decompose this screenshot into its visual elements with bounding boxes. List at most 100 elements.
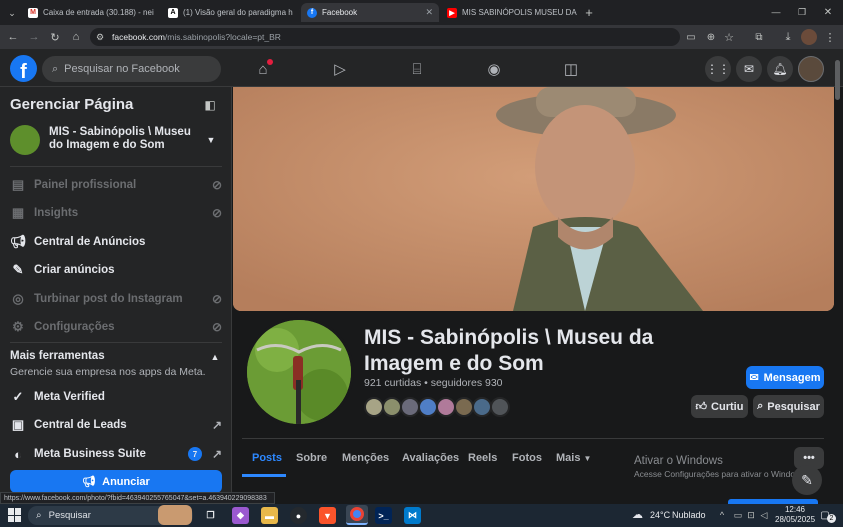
network-icon[interactable]: ⊡ [745,509,757,521]
tab-title: MIS SABINÓPOLIS MUSEU DA [462,8,577,17]
follower-avatar[interactable] [400,397,420,417]
task-view-icon[interactable]: ❐ [202,507,219,524]
file-explorer-icon[interactable]: ▬ [261,507,278,524]
follower-avatar[interactable] [454,397,474,417]
collapse-sidebar-icon[interactable]: ◧ [202,97,218,113]
close-icon[interactable]: ✕ [293,7,300,18]
instagram-icon: ◎ [12,291,24,306]
sidebar-item-criar-anuncios[interactable]: ✎ Criar anúncios [10,259,222,281]
search-icon: ⌕ [36,510,42,521]
megaphone-icon: 📢︎ [82,476,97,488]
tray-chevron-up-icon[interactable]: ^ [716,509,728,521]
brave-icon[interactable]: ▼ [319,507,336,524]
minimize-icon[interactable]: — [768,5,784,19]
business-icon: ◐ [14,446,22,462]
follower-avatar[interactable] [364,397,384,417]
page-profile-picture[interactable] [244,317,354,427]
video-nav-icon[interactable]: ▷ [327,57,353,81]
powershell-icon[interactable]: >_ [375,507,392,524]
follower-avatar[interactable] [472,397,492,417]
weather-desc[interactable]: Nublado [672,510,706,520]
tab-posts[interactable]: Posts [252,452,282,464]
facebook-search-input[interactable]: ⌕ Pesquisar no Facebook [42,56,221,82]
gaming-nav-icon[interactable]: ◫ [558,57,584,81]
home-icon[interactable]: ⌂ [69,30,83,44]
follower-avatar[interactable] [490,397,510,417]
tool-meta-business-suite[interactable]: ◐ Meta Business Suite 7 ↗ [10,443,222,465]
tab-reels[interactable]: Reels [468,452,497,464]
chrome-taskbar-item[interactable] [346,505,368,525]
follower-avatar[interactable] [436,397,456,417]
close-icon[interactable]: ✕ [419,7,433,18]
close-icon[interactable]: ✕ [577,7,579,18]
restore-icon[interactable]: ❐ [794,5,810,19]
forward-icon[interactable]: → [27,30,41,44]
url-host: facebook.com [112,32,165,42]
tool-label: Meta Business Suite [34,448,146,460]
bookmark-star-icon[interactable]: ☆ [722,30,736,44]
groups-nav-icon[interactable]: ◉ [481,57,507,81]
copilot-icon[interactable]: ◆ [232,507,249,524]
tab-fotos[interactable]: Fotos [512,452,542,464]
site-info-icon[interactable]: ⚙ [94,31,106,43]
sidebar-item-label: Criar anúncios [34,264,115,276]
tab-title: Caixa de entrada (30.188) - nei [43,8,154,17]
extensions-icon[interactable]: ⧉ [752,30,766,44]
github-icon[interactable]: ● [290,507,307,524]
follower-avatar[interactable] [418,397,438,417]
sidebar-item-instagram[interactable]: ◎ Turbinar post do Instagram ⊘ [10,288,222,310]
youtube-icon: ▶ [447,7,457,18]
sidebar-item-painel[interactable]: ▤ Painel profissional ⊘ [10,174,222,196]
volume-icon[interactable]: ◁ [758,509,770,521]
tab-mais[interactable]: Mais ▼ [556,452,591,464]
browser-tab-facebook[interactable]: f Facebook ✕ [301,3,439,22]
cover-photo[interactable] [233,87,834,311]
browser-profile-avatar[interactable] [801,29,817,45]
url-field[interactable]: facebook.com/mis.sabinopolis?locale=pt_B… [90,28,680,46]
sidebar-item-configuracoes[interactable]: ⚙ Configurações ⊘ [10,316,222,338]
external-link-icon: ↗ [211,447,222,461]
onedrive-icon[interactable]: ▭ [732,509,744,521]
facebook-logo[interactable]: f [10,55,37,82]
tab-search-icon[interactable]: ⌄ [4,5,20,21]
page-search-button[interactable]: ⌕ Pesquisar [753,395,824,418]
follower-avatar[interactable] [382,397,402,417]
download-icon[interactable]: ⤓ [781,30,795,44]
tool-meta-verified[interactable]: ✓ Meta Verified [10,386,222,408]
tool-central-leads[interactable]: ▣ Central de Leads ↗ [10,414,222,436]
sidebar-item-central-anuncios[interactable]: 📢︎ Central de Anúncios [10,231,222,253]
zoom-icon[interactable]: ⊕ [704,30,718,44]
notifications-bell-icon[interactable]: 🔔︎ [767,56,793,82]
reload-icon[interactable]: ↻ [48,30,62,44]
tab-mencoes[interactable]: Menções [342,452,389,464]
message-button[interactable]: ✉ Mensagem [746,366,824,389]
new-tab-icon[interactable]: + [582,5,596,20]
close-icon[interactable]: ✕ [154,7,161,18]
browser-tab-gmail[interactable]: M Caixa de entrada (30.188) - nei ✕ [22,3,160,22]
cast-icon[interactable]: ▭ [684,30,698,44]
account-avatar[interactable] [798,56,824,82]
page-stats[interactable]: 921 curtidas • seguidores 930 [364,377,503,389]
tab-mais-label: Mais [556,452,581,464]
close-window-icon[interactable]: ✕ [820,5,836,19]
weather-temp[interactable]: 24°C [650,510,670,520]
tab-sobre[interactable]: Sobre [296,452,327,464]
liked-button[interactable]: 👍︎ Curtiu [691,395,748,418]
advertise-button[interactable]: 📢︎ Anunciar [10,470,222,493]
scrollbar-thumb[interactable] [835,60,840,100]
new-message-icon[interactable]: ✎ [792,465,822,495]
vscode-icon[interactable]: ⋈ [404,507,421,524]
browser-tab-youtube[interactable]: ▶ MIS SABINÓPOLIS MUSEU DA ✕ [441,3,579,22]
messenger-icon[interactable]: ✉ [736,56,762,82]
browser-tab-academia[interactable]: A (1) Visão geral do paradigma h ✕ [162,3,300,22]
tab-avaliacoes[interactable]: Avaliações [402,452,459,464]
menu-grid-icon[interactable]: ⋮⋮ [705,56,731,82]
back-icon[interactable]: ← [6,30,20,44]
browser-menu-icon[interactable]: ⋮ [823,30,837,44]
taskbar-clock[interactable]: 12:46 28/05/2025 [775,505,815,525]
windows-start-icon[interactable] [8,508,22,522]
page-switcher[interactable]: MIS - Sabinópolis \ Museu do Imagem e do… [10,125,222,155]
sidebar-item-insights[interactable]: ▦ Insights ⊘ [10,202,222,224]
marketplace-nav-icon[interactable]: ⌸ [404,57,430,81]
chevron-up-icon[interactable]: ▲ [208,350,222,364]
